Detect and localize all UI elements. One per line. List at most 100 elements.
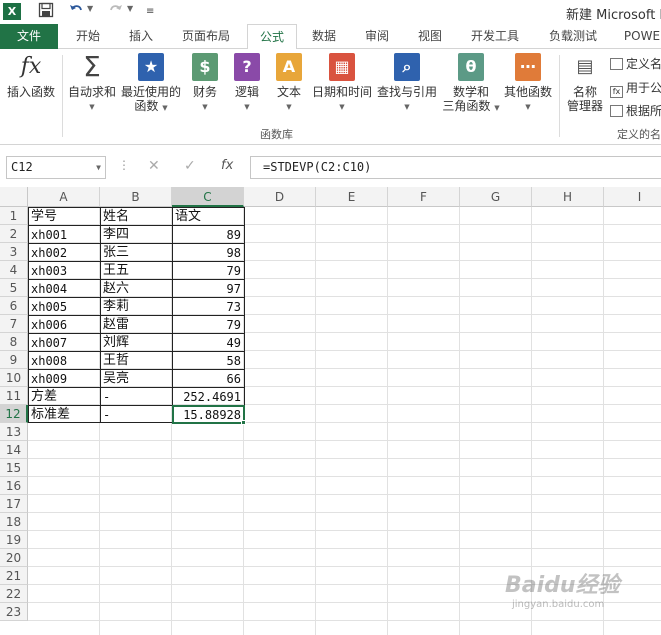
- column-header-b[interactable]: B: [100, 187, 172, 207]
- cell-b5[interactable]: 赵六: [100, 280, 172, 298]
- define-name-button[interactable]: 定义名: [610, 55, 661, 72]
- cell-b1[interactable]: 姓名: [100, 208, 172, 226]
- create-from-selection-button[interactable]: 根据所: [610, 102, 661, 119]
- cell-b10[interactable]: 吴亮: [100, 370, 172, 388]
- row-header-16[interactable]: 16: [0, 477, 28, 495]
- column-header-c[interactable]: C: [172, 187, 244, 207]
- cell-c9[interactable]: 58: [172, 352, 244, 370]
- cancel-icon[interactable]: ✕: [148, 158, 160, 174]
- undo-dropdown-icon[interactable]: ▼: [87, 4, 93, 13]
- row-header-20[interactable]: 20: [0, 549, 28, 567]
- row-header-6[interactable]: 6: [0, 297, 28, 315]
- row-header-1[interactable]: 1: [0, 207, 28, 225]
- tab-load-test[interactable]: 负载测试: [540, 24, 606, 49]
- tab-page-layout[interactable]: 页面布局: [172, 24, 240, 49]
- more-functions-button[interactable]: ⋯ 其他函数 ▼: [502, 53, 554, 114]
- tab-review[interactable]: 审阅: [355, 24, 399, 49]
- excel-logo-icon[interactable]: X: [3, 3, 21, 20]
- cell-b6[interactable]: 李莉: [100, 298, 172, 316]
- row-header-5[interactable]: 5: [0, 279, 28, 297]
- tab-view[interactable]: 视图: [408, 24, 452, 49]
- column-header-h[interactable]: H: [532, 187, 604, 207]
- save-icon[interactable]: [38, 2, 54, 22]
- cell-c5[interactable]: 97: [172, 280, 244, 298]
- cell-a2[interactable]: xh001: [28, 226, 100, 244]
- row-header-8[interactable]: 8: [0, 333, 28, 351]
- text-button[interactable]: A 文本 ▼: [272, 53, 306, 114]
- financial-button[interactable]: $ 财务 ▼: [188, 53, 222, 114]
- cell-a10[interactable]: xh009: [28, 370, 100, 388]
- row-header-21[interactable]: 21: [0, 567, 28, 585]
- cell-a1[interactable]: 学号: [28, 208, 100, 226]
- cell-b4[interactable]: 王五: [100, 262, 172, 280]
- row-header-2[interactable]: 2: [0, 225, 28, 243]
- enter-icon[interactable]: ✓: [184, 158, 196, 174]
- cell-b3[interactable]: 张三: [100, 244, 172, 262]
- cell-b7[interactable]: 赵雷: [100, 316, 172, 334]
- cell-c4[interactable]: 79: [172, 262, 244, 280]
- cell-c1[interactable]: 语文: [172, 208, 244, 226]
- redo-dropdown-icon[interactable]: ▼: [127, 4, 133, 13]
- tab-developer[interactable]: 开发工具: [462, 24, 528, 49]
- cell-c2[interactable]: 89: [172, 226, 244, 244]
- row-header-15[interactable]: 15: [0, 459, 28, 477]
- row-header-9[interactable]: 9: [0, 351, 28, 369]
- cell-c3[interactable]: 98: [172, 244, 244, 262]
- cell-b8[interactable]: 刘辉: [100, 334, 172, 352]
- chevron-down-icon[interactable]: ▼: [96, 157, 101, 178]
- formula-input[interactable]: =STDEVP(C2:C10): [250, 156, 661, 179]
- row-header-12[interactable]: 12: [0, 405, 28, 423]
- cell-b9[interactable]: 王哲: [100, 352, 172, 370]
- row-header-18[interactable]: 18: [0, 513, 28, 531]
- use-in-formula-button[interactable]: fx 用于公: [610, 79, 661, 98]
- math-trig-button[interactable]: θ 数学和 三角函数 ▼: [440, 53, 502, 115]
- undo-icon[interactable]: [68, 2, 84, 22]
- row-header-17[interactable]: 17: [0, 495, 28, 513]
- redo-icon[interactable]: [108, 2, 124, 22]
- row-header-13[interactable]: 13: [0, 423, 28, 441]
- name-box[interactable]: C12 ▼: [6, 156, 106, 179]
- recently-used-button[interactable]: ★ 最近使用的 函数 ▼: [119, 53, 183, 115]
- tab-data[interactable]: 数据: [302, 24, 346, 49]
- column-header-g[interactable]: G: [460, 187, 532, 207]
- cell-c10[interactable]: 66: [172, 370, 244, 388]
- cell-c6[interactable]: 73: [172, 298, 244, 316]
- fill-handle[interactable]: [241, 420, 246, 425]
- tab-insert[interactable]: 插入: [119, 24, 163, 49]
- column-header-d[interactable]: D: [244, 187, 316, 207]
- cell-c11[interactable]: 252.4691: [172, 388, 244, 406]
- cell-a9[interactable]: xh008: [28, 352, 100, 370]
- tab-formulas[interactable]: 公式: [247, 24, 297, 50]
- tab-power[interactable]: POWE: [620, 24, 661, 49]
- select-all-corner[interactable]: [0, 187, 28, 207]
- column-header-i[interactable]: I: [604, 187, 661, 207]
- cell-b11[interactable]: -: [100, 388, 172, 406]
- cell-b12[interactable]: -: [100, 406, 172, 424]
- insert-function-button[interactable]: fx 插入函数: [4, 53, 58, 99]
- row-header-19[interactable]: 19: [0, 531, 28, 549]
- column-header-a[interactable]: A: [28, 187, 100, 207]
- tab-home[interactable]: 开始: [66, 24, 110, 49]
- name-manager-button[interactable]: ▤ 名称 管理器: [563, 53, 607, 113]
- lookup-reference-button[interactable]: ⌕ 查找与引用 ▼: [376, 53, 438, 114]
- logical-button[interactable]: ? 逻辑 ▼: [230, 53, 264, 114]
- cell-a11[interactable]: 方差: [28, 388, 100, 406]
- cell-a6[interactable]: xh005: [28, 298, 100, 316]
- cell-a12[interactable]: 标准差: [28, 406, 100, 424]
- row-header-11[interactable]: 11: [0, 387, 28, 405]
- cell-a3[interactable]: xh002: [28, 244, 100, 262]
- cell-a8[interactable]: xh007: [28, 334, 100, 352]
- date-time-button[interactable]: ▦ 日期和时间 ▼: [310, 53, 374, 114]
- customize-icon[interactable]: ≡: [146, 2, 154, 22]
- column-header-e[interactable]: E: [316, 187, 388, 207]
- row-header-4[interactable]: 4: [0, 261, 28, 279]
- row-header-22[interactable]: 22: [0, 585, 28, 603]
- cell-b2[interactable]: 李四: [100, 226, 172, 244]
- row-header-10[interactable]: 10: [0, 369, 28, 387]
- cell-a4[interactable]: xh003: [28, 262, 100, 280]
- row-header-3[interactable]: 3: [0, 243, 28, 261]
- cell-a5[interactable]: xh004: [28, 280, 100, 298]
- autosum-button[interactable]: Σ 自动求和 ▼: [66, 53, 118, 114]
- row-header-14[interactable]: 14: [0, 441, 28, 459]
- tab-file[interactable]: 文件: [0, 24, 58, 49]
